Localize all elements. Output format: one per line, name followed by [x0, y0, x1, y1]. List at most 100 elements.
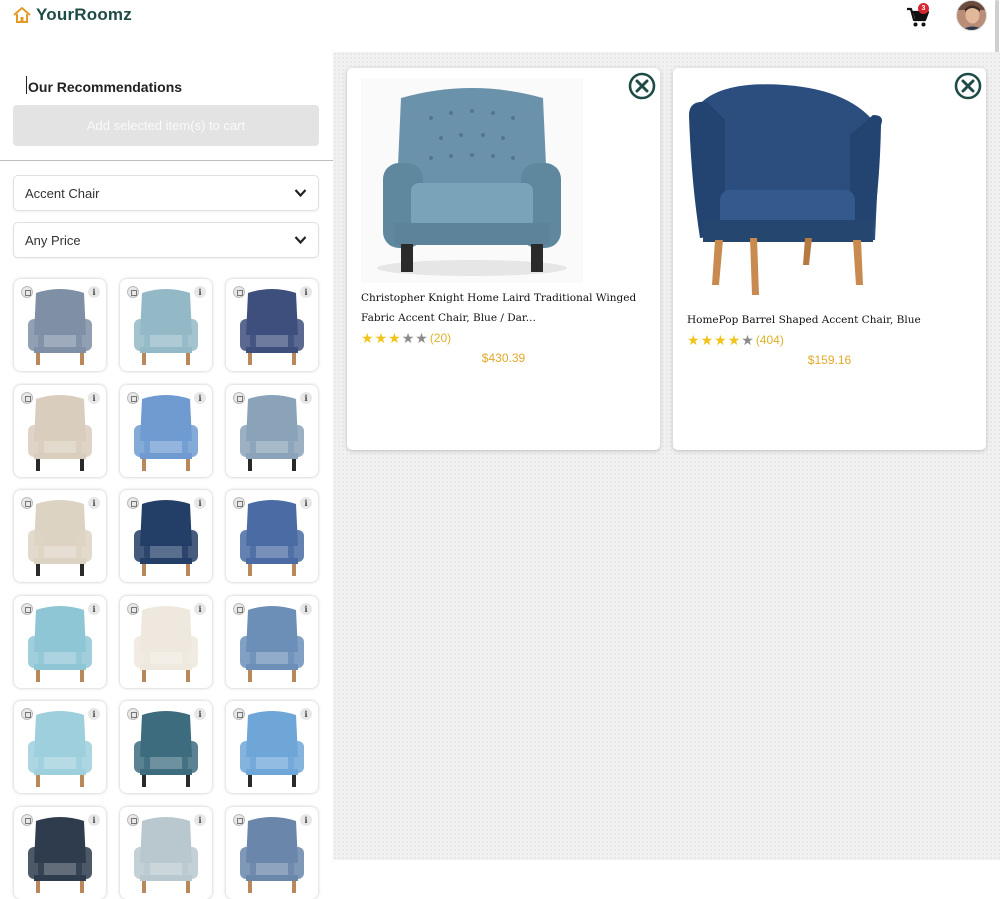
category-select[interactable]: Accent Chair	[13, 175, 319, 211]
cart-button[interactable]: 3	[906, 3, 930, 28]
recommendation-tile[interactable]: i	[14, 806, 106, 899]
info-icon[interactable]: i	[194, 497, 206, 509]
info-icon[interactable]: i	[300, 602, 312, 615]
info-icon[interactable]: i	[88, 286, 100, 298]
recommendation-tile[interactable]: i	[14, 279, 106, 371]
select-checkbox[interactable]	[21, 391, 33, 404]
select-checkbox[interactable]	[21, 497, 33, 509]
close-icon[interactable]	[628, 72, 656, 100]
recommendation-tile[interactable]: i	[14, 595, 106, 688]
info-icon[interactable]: i	[300, 391, 312, 404]
product-rating: ★ ★ ★ ★ ★ (404)	[687, 333, 784, 347]
select-checkbox[interactable]	[127, 602, 139, 615]
select-checkbox[interactable]	[233, 602, 245, 615]
select-checkbox[interactable]	[233, 497, 245, 509]
info-icon[interactable]: i	[88, 602, 100, 615]
info-icon[interactable]: i	[194, 602, 206, 615]
select-checkbox[interactable]	[233, 813, 245, 826]
recommendation-tile[interactable]: i	[14, 701, 106, 793]
product-rating: ★ ★ ★ ★ ★ (20)	[361, 331, 451, 345]
star-icon: ★	[741, 332, 754, 348]
recommendation-tile[interactable]: i	[226, 490, 318, 582]
divider	[0, 160, 333, 161]
recommendations-title: Our Recommendations	[28, 79, 183, 95]
select-checkbox[interactable]	[21, 286, 33, 298]
info-icon[interactable]: i	[194, 286, 206, 298]
select-checkbox[interactable]	[21, 602, 33, 615]
user-photo	[957, 1, 986, 30]
recommendation-tile[interactable]: i	[120, 595, 212, 688]
product-image[interactable]	[361, 78, 583, 283]
price-select-value: Any Price	[25, 233, 81, 248]
product-price: $159.16	[673, 353, 986, 367]
info-icon[interactable]: i	[194, 391, 206, 404]
review-count: (20)	[429, 331, 452, 345]
info-icon[interactable]: i	[88, 391, 100, 404]
select-checkbox[interactable]	[21, 813, 33, 826]
recommendation-tile[interactable]: i	[226, 279, 318, 371]
info-icon[interactable]: i	[300, 497, 312, 509]
price-select[interactable]: Any Price	[13, 222, 319, 258]
star-icon: ★	[361, 330, 374, 346]
recommendation-tile[interactable]: i	[120, 701, 212, 793]
add-to-cart-button[interactable]: Add selected item(s) to cart	[13, 105, 319, 146]
star-icon: ★	[388, 330, 401, 346]
star-icon: ★	[687, 332, 700, 348]
product-price: $430.39	[347, 351, 660, 365]
select-checkbox[interactable]	[233, 286, 245, 298]
product-card[interactable]: HomePop Barrel Shaped Accent Chair, Blue…	[673, 68, 986, 450]
recommendation-tile[interactable]: i	[226, 701, 318, 793]
info-icon[interactable]: i	[194, 813, 206, 826]
recommendation-tile[interactable]: i	[120, 806, 212, 899]
star-icon: ★	[374, 330, 388, 346]
star-icon: ★	[415, 330, 428, 346]
select-checkbox[interactable]	[233, 708, 245, 720]
product-image[interactable]	[685, 80, 885, 302]
house-icon	[13, 7, 31, 23]
text-cursor	[26, 76, 27, 94]
recommendation-tile[interactable]: i	[226, 595, 318, 688]
user-avatar[interactable]	[956, 0, 987, 31]
chevron-down-icon	[294, 189, 307, 198]
app-logo[interactable]: YourRoomz	[12, 5, 132, 25]
product-title[interactable]: Christopher Knight Home Laird Traditiona…	[361, 288, 646, 328]
recommendation-tile[interactable]: i	[14, 384, 106, 477]
info-icon[interactable]: i	[194, 708, 206, 720]
review-count: (404)	[755, 333, 784, 347]
recommendation-tile[interactable]: i	[120, 384, 212, 477]
price-value: $430.39	[481, 351, 526, 365]
star-icon: ★	[401, 330, 415, 346]
info-icon[interactable]: i	[88, 708, 100, 720]
cart-count-badge: 3	[918, 3, 929, 14]
info-icon[interactable]: i	[88, 813, 100, 826]
select-checkbox[interactable]	[127, 708, 139, 720]
top-bar: YourRoomz 3	[0, 0, 1000, 350]
select-checkbox[interactable]	[233, 391, 245, 404]
recommendation-tile[interactable]: i	[120, 490, 212, 582]
info-icon[interactable]: i	[300, 813, 312, 826]
info-icon[interactable]: i	[300, 708, 312, 720]
select-checkbox[interactable]	[127, 391, 139, 404]
product-title[interactable]: HomePop Barrel Shaped Accent Chair, Blue	[687, 310, 972, 330]
product-card[interactable]: Christopher Knight Home Laird Traditiona…	[347, 68, 660, 450]
recommendation-tile[interactable]: i	[226, 384, 318, 477]
star-icon: ★	[700, 332, 714, 348]
select-checkbox[interactable]	[127, 497, 139, 509]
recommendation-tile[interactable]: i	[14, 490, 106, 582]
logo-text: YourRoomz	[36, 5, 132, 24]
star-icon: ★	[714, 332, 727, 348]
recommendations-panel: Our Recommendations Add selected item(s)…	[0, 52, 333, 899]
star-icon: ★	[727, 332, 741, 348]
select-checkbox[interactable]	[21, 708, 33, 720]
info-icon[interactable]: i	[88, 497, 100, 509]
select-checkbox[interactable]	[127, 286, 139, 298]
comparison-area: Christopher Knight Home Laird Traditiona…	[333, 52, 1000, 860]
close-icon[interactable]	[954, 72, 982, 100]
price-value: $159.16	[807, 353, 852, 367]
recommendation-tile[interactable]: i	[226, 806, 318, 899]
recommendation-tile[interactable]: i	[120, 279, 212, 371]
chevron-down-icon	[294, 236, 307, 245]
category-select-value: Accent Chair	[25, 186, 100, 201]
info-icon[interactable]: i	[300, 286, 312, 298]
select-checkbox[interactable]	[127, 813, 139, 826]
